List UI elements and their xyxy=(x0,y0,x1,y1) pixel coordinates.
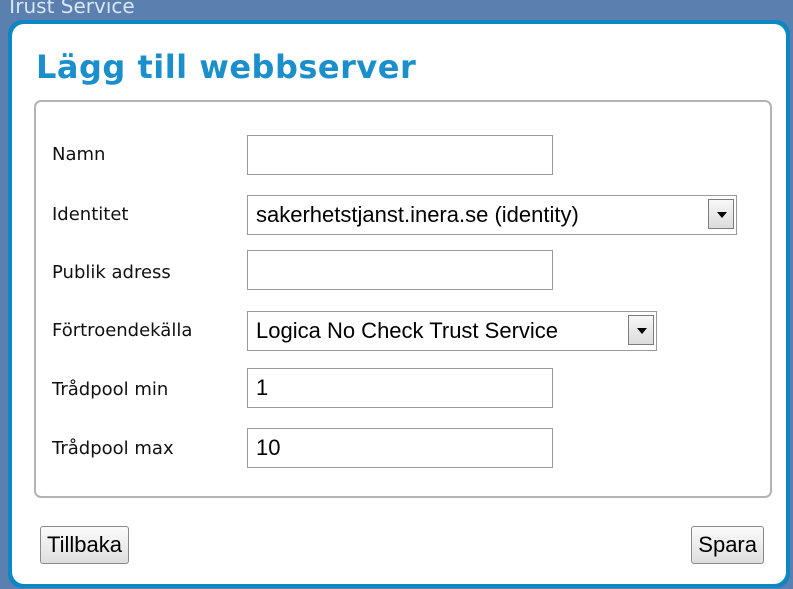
back-button[interactable]: Tillbaka xyxy=(40,526,129,564)
trust-source-select[interactable]: Logica No Check Trust Service xyxy=(247,311,657,351)
thread-pool-min-label: Trådpool min xyxy=(52,379,169,400)
thread-pool-min-input[interactable] xyxy=(247,368,553,408)
identity-select-value: sakerhetstjanst.inera.se (identity) xyxy=(256,202,579,227)
thread-pool-max-input[interactable] xyxy=(247,428,553,468)
background-window-title: Trust Service xyxy=(6,0,135,18)
thread-pool-max-label: Trådpool max xyxy=(52,438,174,459)
public-address-input[interactable] xyxy=(247,250,553,290)
chevron-down-icon[interactable] xyxy=(628,315,654,345)
chevron-down-icon[interactable] xyxy=(708,199,734,229)
save-button[interactable]: Spara xyxy=(691,526,764,564)
name-input[interactable] xyxy=(247,135,553,175)
add-webserver-dialog: Lägg till webbserver Namn Identitet sake… xyxy=(12,24,786,584)
trust-source-label: Förtroendekälla xyxy=(52,320,193,341)
identity-select[interactable]: sakerhetstjanst.inera.se (identity) xyxy=(247,195,737,235)
name-label: Namn xyxy=(52,144,106,165)
trust-source-select-value: Logica No Check Trust Service xyxy=(256,318,559,343)
identity-label: Identitet xyxy=(52,204,129,225)
dialog-title: Lägg till webbserver xyxy=(36,48,417,86)
public-address-label: Publik adress xyxy=(52,262,171,283)
